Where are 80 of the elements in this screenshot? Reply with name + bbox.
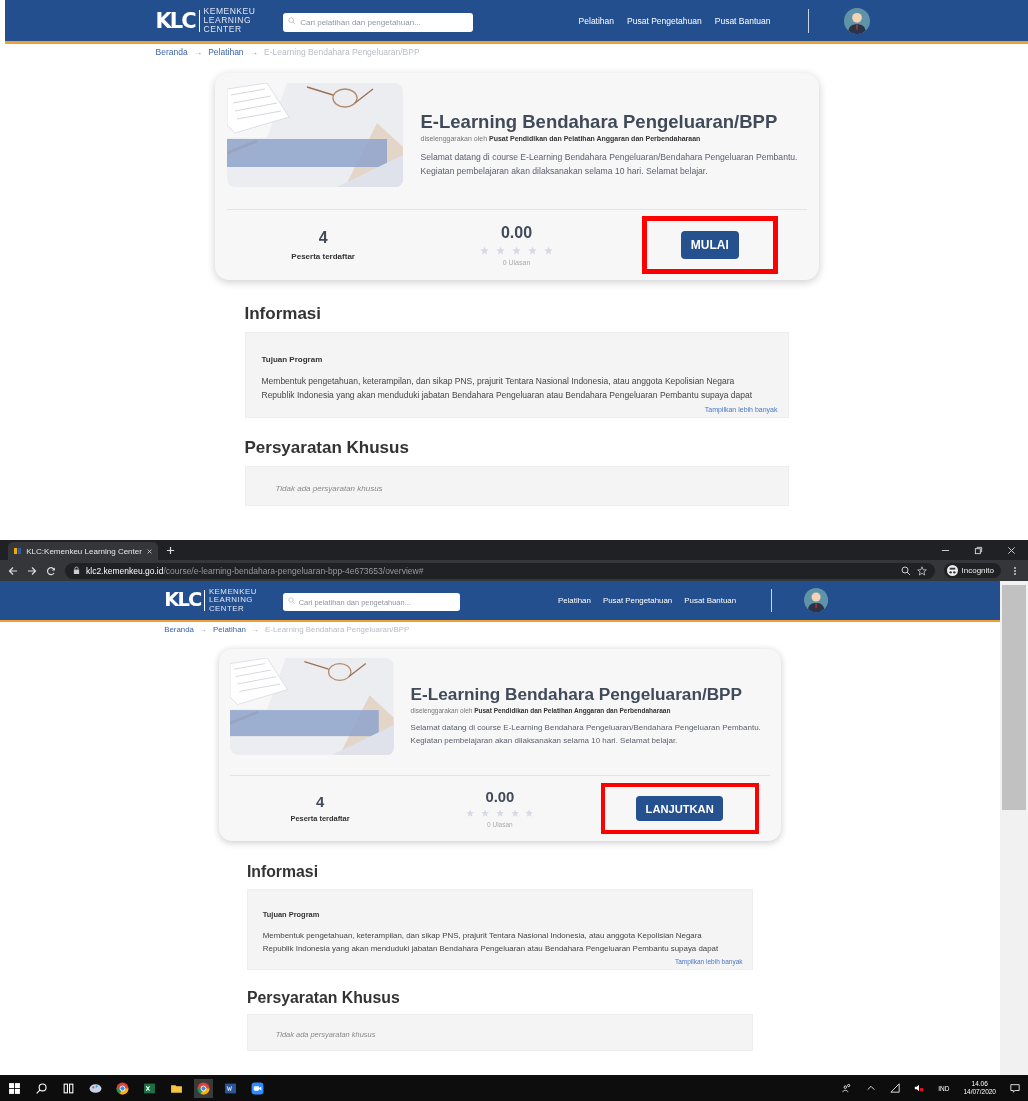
logo-text: LEARNING: [203, 16, 253, 25]
chevron-up-icon[interactable]: [866, 1083, 877, 1093]
info-subtitle: Tujuan Program: [261, 355, 324, 364]
rating-value: 0.00: [500, 224, 533, 242]
participant-count: 4: [315, 793, 325, 810]
new-tab-icon[interactable]: [166, 546, 175, 555]
start-icon[interactable]: [8, 1081, 21, 1095]
course-title: E-Learning Bendahara Pengeluaran/BPP: [410, 683, 743, 705]
breadcrumb-link[interactable]: Pelatihan: [208, 47, 244, 57]
course-description: Selamat datang di course E-Learning Bendahara Pengeluaran/Bendahara Pengeluaran Pembantu. Kegiatan pembelajaran akan dilaksanakan selama 10 hari. Selamat belajar.: [420, 151, 799, 178]
avatar-icon[interactable]: [843, 7, 870, 34]
close-icon[interactable]: [1007, 546, 1016, 555]
rating-star-icon: [496, 246, 505, 255]
logo-text: KEMENKEU: [203, 7, 256, 16]
breadcrumb-separator: →: [193, 47, 203, 57]
back-icon[interactable]: [8, 565, 18, 576]
breadcrumb-separator: →: [249, 47, 259, 57]
incognito-badge[interactable]: Incognito: [943, 563, 1001, 578]
scrollbar[interactable]: [999, 581, 1028, 1075]
rating-star-icon: [525, 808, 534, 818]
browser-app-icon[interactable]: [116, 1081, 129, 1095]
star-icon[interactable]: [916, 565, 927, 576]
muted-volume-icon[interactable]: [914, 1083, 925, 1093]
nav-link[interactable]: Pusat Pengetahuan: [627, 15, 702, 26]
rating-star-icon: [512, 246, 521, 255]
rating-star-icon: [465, 808, 475, 818]
section-heading: Informasi: [246, 863, 320, 882]
rating-star-icon: [495, 808, 505, 818]
lock-icon: [73, 566, 80, 575]
browser-app-icon[interactable]: [197, 1081, 210, 1095]
restore-icon[interactable]: [974, 546, 983, 555]
paint-app-icon[interactable]: [89, 1081, 102, 1095]
task-view-icon[interactable]: [62, 1081, 75, 1095]
breadcrumb-link[interactable]: Beranda: [155, 47, 188, 57]
rating-star-icon: [480, 246, 489, 255]
search-icon: [288, 16, 297, 25]
rating-value: 0.00: [485, 789, 515, 806]
tab-title: KLC:Kemenkeu Learning Center: [26, 546, 142, 556]
address-bar[interactable]: klc2.kemenkeu.go.id/course/e-learning-bendahara-pengeluaran-bpp-4e673653/overview#: [65, 562, 935, 579]
site-favicon-icon: [14, 547, 22, 555]
people-icon[interactable]: [842, 1083, 853, 1093]
close-tab-icon[interactable]: [146, 547, 152, 555]
rating-star-icon: [510, 808, 519, 818]
info-text: Membentuk pengetahuan, keterampilan, dan sikap PNS, prajurit Tentara Nasional Indonesia, atau anggota Kepolisian Negara Republik Indonesia yang akan menduduki jabatan Bendahara Pengeluaran atau Bendahara Pengeluaran Pembantu supaya dapat: [261, 375, 754, 402]
search-field[interactable]: Cari pelatihan dan pengetahuan...: [283, 13, 474, 32]
reload-icon[interactable]: [46, 565, 56, 576]
participant-label: Peserta terdaftar: [291, 252, 355, 261]
rating-star-icon: [480, 808, 490, 818]
logo-mark[interactable]: KLC: [155, 9, 200, 32]
avatar-icon[interactable]: [804, 588, 829, 613]
empty-requirements-text: Tidak ada persyaratan khusus: [275, 1030, 376, 1040]
empty-requirements-text: Tidak ada persyaratan khusus: [275, 484, 383, 493]
section-heading: Persyaratan Khusus: [246, 988, 401, 1007]
breadcrumb-current-page: E-Learning Bendahara Pengeluaran/BPP: [264, 47, 420, 57]
document-app-icon[interactable]: [224, 1081, 237, 1095]
notification-icon[interactable]: [1010, 1083, 1020, 1093]
video-call-app-icon[interactable]: [251, 1081, 264, 1095]
course-action-button[interactable]: LANJUTKAN: [636, 796, 724, 822]
search-field[interactable]: Cari pelatihan dan pengetahuan...: [282, 593, 460, 611]
section-heading: Informasi: [244, 304, 323, 324]
zoom-icon[interactable]: [900, 565, 911, 576]
course-title: E-Learning Bendahara Pengeluaran/BPP: [420, 111, 779, 133]
info-subtitle: Tujuan Program: [262, 910, 321, 920]
nav-link[interactable]: Pusat Bantuan: [714, 15, 771, 26]
search-icon[interactable]: [35, 1081, 48, 1095]
rating-star-icon: [544, 246, 553, 255]
nav-link[interactable]: Pelatihan: [578, 15, 615, 26]
rating-star-icon: [528, 246, 537, 255]
search-icon: [287, 596, 295, 605]
logo-text: CENTER: [203, 25, 243, 34]
logo-mark[interactable]: KLC: [164, 590, 206, 611]
section-heading: Persyaratan Khusus: [244, 438, 410, 458]
course-action-button[interactable]: MULAI: [680, 231, 739, 259]
network-icon[interactable]: [890, 1083, 901, 1093]
participant-label: Peserta terdaftar: [290, 814, 350, 824]
participant-count: 4: [318, 229, 328, 247]
forward-icon[interactable]: [27, 565, 37, 576]
spreadsheet-app-icon[interactable]: [143, 1081, 156, 1095]
browser-tab[interactable]: KLC:Kemenkeu Learning Center: [8, 542, 158, 560]
incognito-icon: [946, 565, 958, 576]
